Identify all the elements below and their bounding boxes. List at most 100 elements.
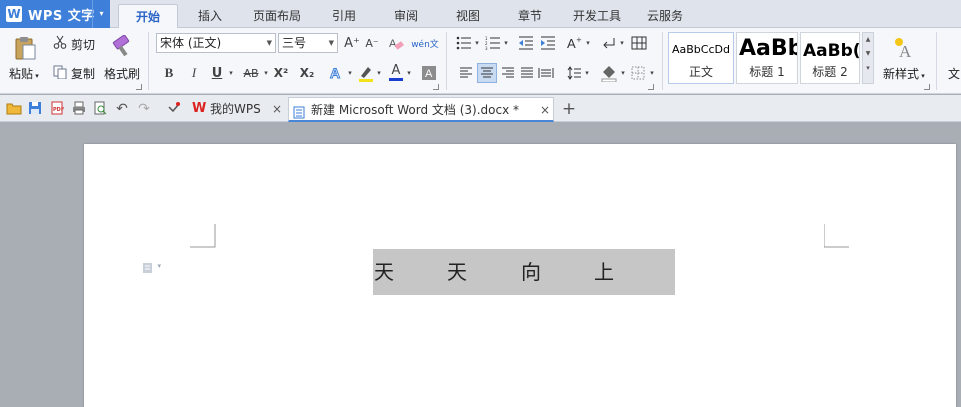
tab-current-document[interactable]: 新建 Microsoft Word 文档 (3).docx * × [288, 97, 554, 122]
export-pdf-icon[interactable]: PDF [49, 101, 65, 117]
chevron-down-icon[interactable]: ▾ [502, 34, 510, 52]
chevron-down-icon[interactable]: ▾ [262, 64, 270, 82]
align-left-icon[interactable] [457, 64, 475, 82]
style-sample: AaBbCcDd [672, 43, 730, 56]
chevron-down-icon[interactable]: ▼ [863, 47, 873, 61]
chevron-down-icon[interactable]: ▾ [346, 64, 354, 82]
paragraph-launcher-icon[interactable] [648, 84, 654, 90]
gallery-expand-icon[interactable]: ▾ [863, 61, 873, 75]
italic-button[interactable]: I [185, 64, 203, 82]
style-heading-1[interactable]: AaBb 标题 1 [736, 32, 798, 84]
shading-icon[interactable] [599, 63, 619, 83]
selected-text-line[interactable]: 天 天 向 上 [373, 249, 675, 295]
clear-format-icon[interactable]: A [387, 34, 405, 52]
subscript-button[interactable]: X₂ [297, 64, 317, 82]
chevron-down-icon[interactable]: ▾ [473, 34, 481, 52]
paragraph-handle-icon[interactable]: ▾ [142, 262, 161, 277]
new-tab-button[interactable]: + [560, 97, 578, 122]
open-folder-icon[interactable] [6, 101, 22, 117]
line-spacing-icon[interactable] [565, 64, 583, 82]
margin-corner-top-right [824, 224, 849, 248]
table-icon[interactable] [630, 34, 648, 52]
new-style-button[interactable]: 新样式 ▾ [883, 65, 925, 82]
strikethrough-button[interactable]: AB [240, 64, 262, 82]
tab-view[interactable]: 视图 [446, 4, 490, 28]
svg-text:A: A [330, 65, 340, 81]
grow-font-button[interactable]: A⁺ [343, 34, 361, 52]
body-char: 上 [594, 260, 614, 284]
font-color-button[interactable]: A [387, 62, 405, 82]
tab-cloud[interactable]: 云服务 [640, 4, 690, 28]
shrink-font-button[interactable]: A⁻ [363, 34, 381, 52]
chevron-down-icon[interactable]: ▾ [375, 64, 383, 82]
highlight-icon[interactable] [356, 63, 376, 83]
decrease-indent-icon[interactable] [517, 34, 535, 52]
save-icon[interactable] [27, 101, 43, 117]
style-gallery-scroll[interactable]: ▲ ▼ ▾ [862, 32, 874, 84]
redo-icon[interactable]: ↷ [136, 101, 152, 117]
tab-review[interactable]: 审阅 [384, 4, 428, 28]
style-heading-2[interactable]: AaBb( 标题 2 [800, 32, 860, 84]
chevron-down-icon[interactable]: ▾ [618, 34, 626, 52]
text-effect-icon[interactable]: A [327, 63, 347, 83]
increase-indent-icon[interactable] [539, 34, 557, 52]
scissors-icon[interactable] [52, 34, 68, 50]
styles-launcher-icon[interactable] [924, 84, 930, 90]
close-icon[interactable]: × [540, 98, 550, 122]
superscript-button[interactable]: X² [271, 64, 291, 82]
undo-icon[interactable]: ↶ [114, 101, 130, 117]
tab-page-layout[interactable]: 页面布局 [246, 4, 308, 28]
line-break-icon[interactable] [600, 34, 618, 52]
paste-icon[interactable] [12, 34, 38, 62]
style-normal[interactable]: AaBbCcDd 正文 [668, 32, 734, 84]
app-menu-button[interactable]: W WPS 文字 ▾ [0, 0, 110, 28]
new-style-icon[interactable]: A [890, 34, 916, 60]
tab-developer[interactable]: 开发工具 [566, 4, 628, 28]
bold-button[interactable]: B [160, 64, 178, 82]
body-char: 天 [374, 260, 394, 284]
chevron-down-icon[interactable]: ▾ [405, 64, 413, 82]
print-icon[interactable] [71, 101, 87, 117]
chevron-down-icon[interactable]: ▾ [226, 64, 236, 82]
chevron-down-icon[interactable]: ▾ [584, 34, 592, 52]
print-preview-icon[interactable] [92, 101, 108, 117]
font-name-select[interactable]: 宋体 (正文) ▼ [156, 33, 276, 53]
distribute-icon[interactable] [537, 64, 555, 82]
format-painter-icon[interactable] [110, 34, 136, 60]
copy-icon[interactable] [52, 64, 68, 80]
cut-button[interactable]: 剪切 [71, 36, 95, 53]
document-page[interactable]: ▾ 天 天 向 上 [84, 144, 956, 407]
chevron-down-icon[interactable]: ▾ [92, 0, 110, 28]
borders-icon[interactable] [629, 64, 647, 82]
chevron-up-icon[interactable]: ▲ [863, 33, 873, 47]
bullets-icon[interactable] [455, 34, 473, 52]
tab-home[interactable]: 开始 [118, 4, 178, 29]
char-shading-icon[interactable]: A [420, 64, 438, 82]
numbering-icon[interactable]: 123 [484, 34, 502, 52]
copy-button[interactable]: 复制 [71, 65, 95, 82]
document-tab-bar: PDF ↶ ↷ W 我的WPS × 新建 Microsoft Word 文档 (… [0, 95, 961, 122]
paste-button[interactable]: 粘贴 ▾ [9, 65, 39, 82]
font-size-select[interactable]: 三号 ▼ [278, 33, 338, 53]
chevron-down-icon[interactable]: ▾ [583, 64, 591, 82]
close-icon[interactable]: × [272, 97, 282, 121]
new-style-label: 新样式 [883, 67, 920, 81]
justify-icon[interactable] [518, 64, 536, 82]
clipboard-launcher-icon[interactable] [136, 84, 142, 90]
chevron-down-icon[interactable]: ▾ [648, 64, 656, 82]
tab-sections[interactable]: 章节 [508, 4, 552, 28]
underline-button[interactable]: U [208, 64, 226, 82]
customize-toolbar-icon[interactable] [166, 101, 182, 117]
char-spacing-icon[interactable]: A + [564, 34, 584, 52]
font-launcher-icon[interactable] [433, 84, 439, 90]
phonetic-guide-button[interactable]: wén文 [410, 33, 440, 53]
body-char: 天 [447, 260, 467, 284]
tab-insert[interactable]: 插入 [186, 4, 234, 28]
tab-my-wps[interactable]: W 我的WPS × [186, 97, 288, 122]
format-painter-button[interactable]: 格式刷 [104, 65, 140, 82]
align-center-icon[interactable] [477, 63, 497, 83]
align-right-icon[interactable] [499, 64, 517, 82]
tab-references[interactable]: 引用 [322, 4, 366, 28]
more-button[interactable]: 文 [948, 65, 960, 82]
chevron-down-icon[interactable]: ▾ [619, 64, 627, 82]
